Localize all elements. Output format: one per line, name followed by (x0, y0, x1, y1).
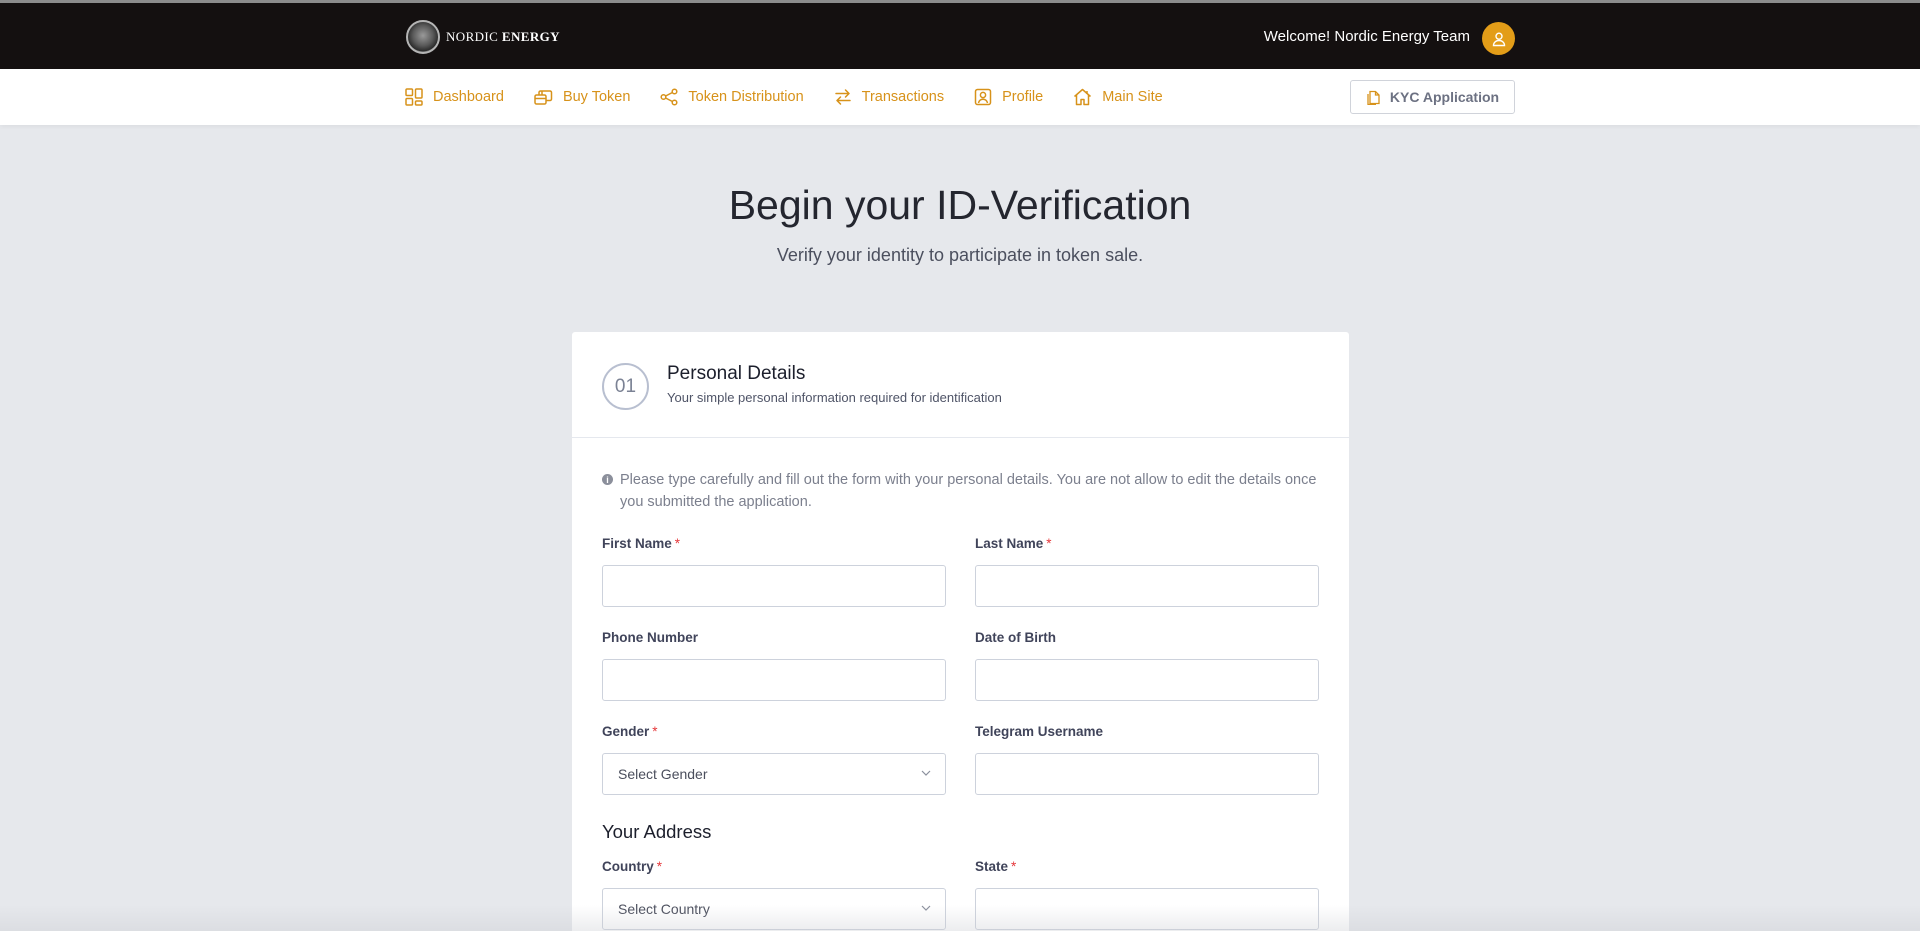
first-name-input[interactable] (602, 565, 946, 607)
document-icon (1367, 90, 1380, 105)
label-text: Telegram Username (975, 724, 1104, 739)
distribution-icon (660, 88, 678, 106)
address-section-title: Your Address (602, 821, 712, 842)
user-avatar-button[interactable] (1482, 22, 1515, 55)
country-select[interactable]: Select Country (602, 888, 946, 930)
user-icon (1492, 31, 1505, 46)
state-input[interactable] (975, 888, 1319, 930)
state-group: State * (975, 859, 1319, 930)
logo-seal-icon (406, 20, 440, 54)
dob-label: Date of Birth (975, 630, 1319, 650)
nav-label: Profile (1002, 89, 1044, 105)
home-icon (1074, 88, 1092, 106)
nav-item-profile[interactable]: Profile (974, 88, 1043, 106)
state-label: State * (975, 859, 1319, 879)
logo[interactable]: NORDIC ENERGY (406, 20, 560, 54)
nav-label: Buy Token (562, 89, 631, 105)
phone-label: Phone Number (602, 630, 946, 650)
form-notice: i Please type carefully and fill out the… (602, 469, 1322, 513)
page-title: Begin your ID-Verification (728, 182, 1192, 228)
section-subtitle: Your simple personal information require… (667, 390, 1002, 405)
required-marker: * (652, 724, 658, 739)
country-group: Country * Select Country (602, 859, 946, 930)
phone-group: Phone Number (602, 630, 946, 701)
personal-details-card: 01 Personal Details Your simple personal… (572, 332, 1349, 931)
phone-number-input[interactable] (602, 659, 946, 701)
required-marker: * (1046, 536, 1052, 551)
main-nav: Dashboard Buy Token Token Distribution T… (405, 69, 1193, 125)
first-name-group: First Name * (602, 536, 946, 607)
brand-name-bold: ENERGY (501, 29, 560, 44)
gender-select[interactable]: Select Gender (602, 753, 946, 795)
coins-icon (534, 90, 553, 105)
swap-icon (834, 89, 851, 105)
required-marker: * (656, 859, 663, 874)
nav-item-buy-token[interactable]: Buy Token (534, 88, 630, 106)
last-name-label: Last Name * (975, 536, 1319, 556)
required-marker: * (1011, 859, 1017, 874)
telegram-group: Telegram Username (975, 724, 1319, 795)
welcome-text: Welcome! Nordic Energy Team (1263, 28, 1470, 45)
gender-label: Gender * (602, 724, 946, 744)
nav-item-dashboard[interactable]: Dashboard (405, 88, 504, 106)
section-title: Personal Details (667, 363, 806, 384)
gender-select-value: Select Gender (618, 766, 708, 782)
telegram-username-input[interactable] (975, 753, 1319, 795)
nav-item-main-site[interactable]: Main Site (1073, 88, 1163, 106)
date-of-birth-input[interactable] (975, 659, 1319, 701)
last-name-group: Last Name * (975, 536, 1319, 607)
nav-item-transactions[interactable]: Transactions (834, 88, 944, 106)
country-select-value: Select Country (618, 901, 710, 917)
grid-icon (405, 88, 423, 106)
info-icon: i (602, 474, 613, 485)
label-text: State (975, 859, 1009, 874)
brand-name-light: NORDIC (446, 29, 499, 44)
nav-label: Dashboard (433, 89, 504, 105)
page-subtitle: Verify your identity to participate in t… (776, 245, 1144, 265)
top-bar: NORDIC ENERGY Welcome! Nordic Energy Tea… (0, 0, 1920, 69)
label-text: Country (602, 859, 654, 874)
dob-group: Date of Birth (975, 630, 1319, 701)
step-number-badge: 01 (602, 363, 649, 410)
nav-label: Transactions (861, 89, 945, 105)
label-text: Gender (602, 724, 650, 739)
nav-label: Token Distribution (688, 89, 804, 105)
required-marker: * (674, 536, 681, 551)
country-label: Country * (602, 859, 946, 879)
nav-item-token-distribution[interactable]: Token Distribution (660, 88, 804, 106)
kyc-application-button[interactable]: KYC Application (1350, 80, 1515, 114)
nav-label: Main Site (1102, 89, 1163, 105)
notice-text: Please type carefully and fill out the f… (620, 472, 1317, 510)
profile-icon (974, 88, 992, 106)
gender-group: Gender * Select Gender (602, 724, 946, 795)
card-header: 01 Personal Details Your simple personal… (572, 332, 1349, 438)
label-text: First Name (602, 536, 672, 551)
kyc-button-label: KYC Application (1389, 89, 1500, 105)
telegram-label: Telegram Username (975, 724, 1319, 744)
main-nav-bar: Dashboard Buy Token Token Distribution T… (0, 69, 1920, 125)
label-text: Last Name (975, 536, 1044, 551)
last-name-input[interactable] (975, 565, 1319, 607)
chevron-down-icon (921, 770, 931, 776)
label-text: Phone Number (602, 630, 699, 645)
chevron-down-icon (921, 905, 931, 911)
label-text: Date of Birth (975, 630, 1056, 645)
brand-name: NORDIC ENERGY (446, 29, 560, 45)
first-name-label: First Name * (602, 536, 946, 556)
